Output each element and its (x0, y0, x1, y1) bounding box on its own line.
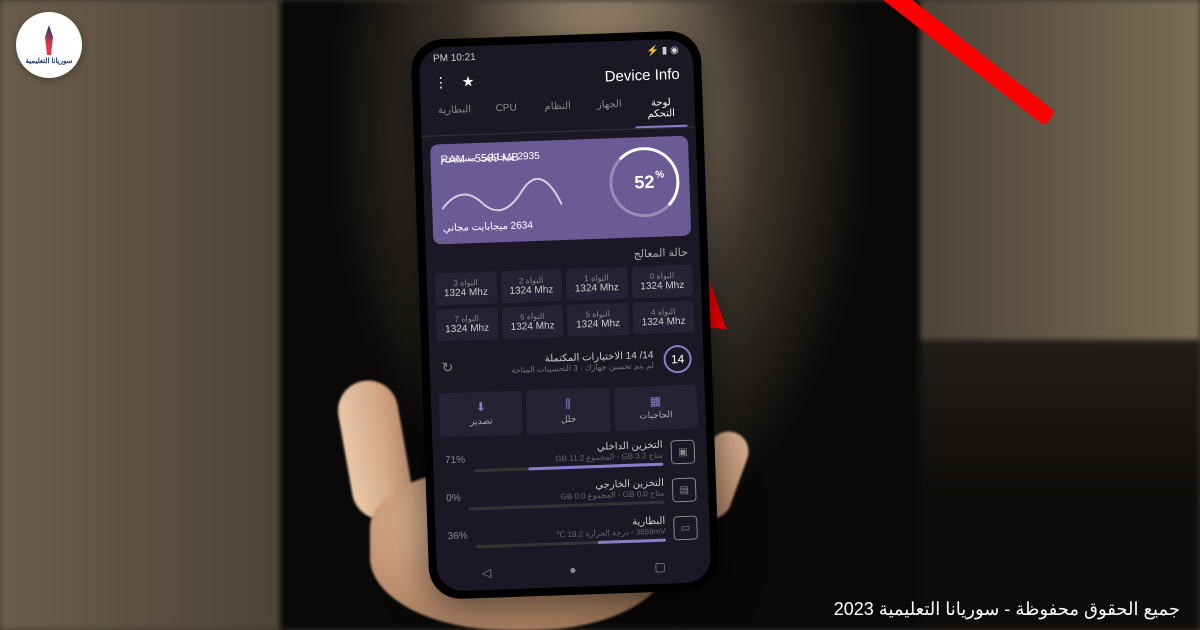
cpu-core[interactable]: النواة 61324 Mhz (501, 305, 564, 339)
pointer-arrow (690, 110, 1050, 370)
cpu-core[interactable]: النواة 21324 Mhz (500, 269, 563, 303)
logo-text: سوريانا التعليمية (26, 57, 73, 65)
phone-screen: ◉ ▮ ⚡ 10:21 PM Device Info ★ ⋮ لوحة التح… (419, 38, 712, 591)
star-icon[interactable]: ★ (462, 73, 475, 90)
cpu-core[interactable]: النواة 41324 Mhz (632, 301, 695, 335)
tab[interactable]: لوحة التحكم (635, 91, 688, 129)
action-label: حلل (531, 413, 607, 427)
cpu-core-freq: 1324 Mhz (571, 318, 625, 331)
status-time: 10:21 PM (433, 52, 476, 64)
menu-icon[interactable]: ⋮ (434, 74, 449, 91)
tab[interactable]: البطارية (428, 98, 481, 136)
nav-recent[interactable]: ▢ (654, 560, 666, 574)
action-icon: ⬇ (443, 399, 519, 416)
actions-row: ▦الحاجيات⫼حلل⬇تصدير (431, 380, 707, 442)
action-label: الحاجيات (618, 409, 694, 423)
ram-wave-chart (441, 175, 562, 219)
cpu-core[interactable]: النواة 01324 Mhz (631, 265, 694, 299)
storage-row[interactable]: ▭ البطارية 3659mV - درجة الحرارة 19.2 ℃ … (435, 508, 710, 556)
nav-home[interactable]: ● (569, 563, 577, 577)
logo-badge: سوريانا التعليمية (16, 12, 82, 78)
action-label: تصدير (444, 415, 520, 429)
flame-icon (39, 25, 59, 55)
app-title: Device Info (604, 66, 680, 86)
tests-badge: 14 (663, 345, 692, 374)
status-icons: ◉ ▮ ⚡ (646, 45, 679, 57)
action-icon: ⫼ (530, 396, 606, 414)
cpu-core[interactable]: النواة 51324 Mhz (567, 303, 630, 337)
ram-gauge: 52 (608, 146, 680, 218)
storage-percent: 71% (445, 454, 465, 466)
cpu-core-freq: 1324 Mhz (506, 320, 560, 333)
storage-icon: ▣ (670, 440, 695, 465)
action-button[interactable]: ▦الحاجيات (613, 384, 698, 431)
action-icon: ▦ (618, 393, 694, 410)
storage-icon: ▤ (672, 478, 697, 503)
cpu-core[interactable]: النواة 71324 Mhz (436, 307, 499, 341)
android-navbar: ▢ ● ◁ (437, 552, 712, 588)
cpu-core-freq: 1324 Mhz (570, 282, 624, 295)
tab[interactable]: الجهاز (583, 92, 636, 130)
phone-frame: ◉ ▮ ⚡ 10:21 PM Device Info ★ ⋮ لوحة التح… (410, 30, 719, 600)
cpu-core-freq: 1324 Mhz (439, 287, 493, 300)
storage-percent: 36% (447, 530, 467, 542)
cpu-grid: النواة 01324 Mhzالنواة 11324 Mhzالنواة 2… (426, 260, 702, 346)
ram-card[interactable]: 52 RAM - 5569 MB 2935 ميجابايت مستخدم 26… (430, 136, 691, 245)
cpu-core-freq: 1324 Mhz (635, 280, 689, 293)
cpu-core-freq: 1324 Mhz (440, 322, 494, 335)
nav-back[interactable]: ◁ (482, 566, 492, 580)
storage-percent: 0% (446, 492, 461, 503)
cpu-core[interactable]: النواة 11324 Mhz (565, 267, 628, 301)
refresh-icon[interactable]: ↻ (441, 358, 453, 375)
tab[interactable]: النظام (532, 94, 585, 132)
action-button[interactable]: ⬇تصدير (439, 391, 524, 438)
ram-percent: 52 (634, 171, 655, 193)
ram-free: 2634 ميجابايت مجاني (443, 220, 533, 234)
storage-icon: ▭ (673, 516, 698, 541)
footer-watermark: جميع الحقوق محفوظة - سوريانا التعليمية 2… (834, 599, 1180, 620)
action-button[interactable]: ⫼حلل (526, 388, 611, 435)
cpu-core[interactable]: النواة 31324 Mhz (434, 271, 497, 305)
tab[interactable]: CPU (480, 96, 533, 134)
cpu-core-freq: 1324 Mhz (504, 284, 558, 297)
cpu-core-freq: 1324 Mhz (637, 316, 691, 329)
